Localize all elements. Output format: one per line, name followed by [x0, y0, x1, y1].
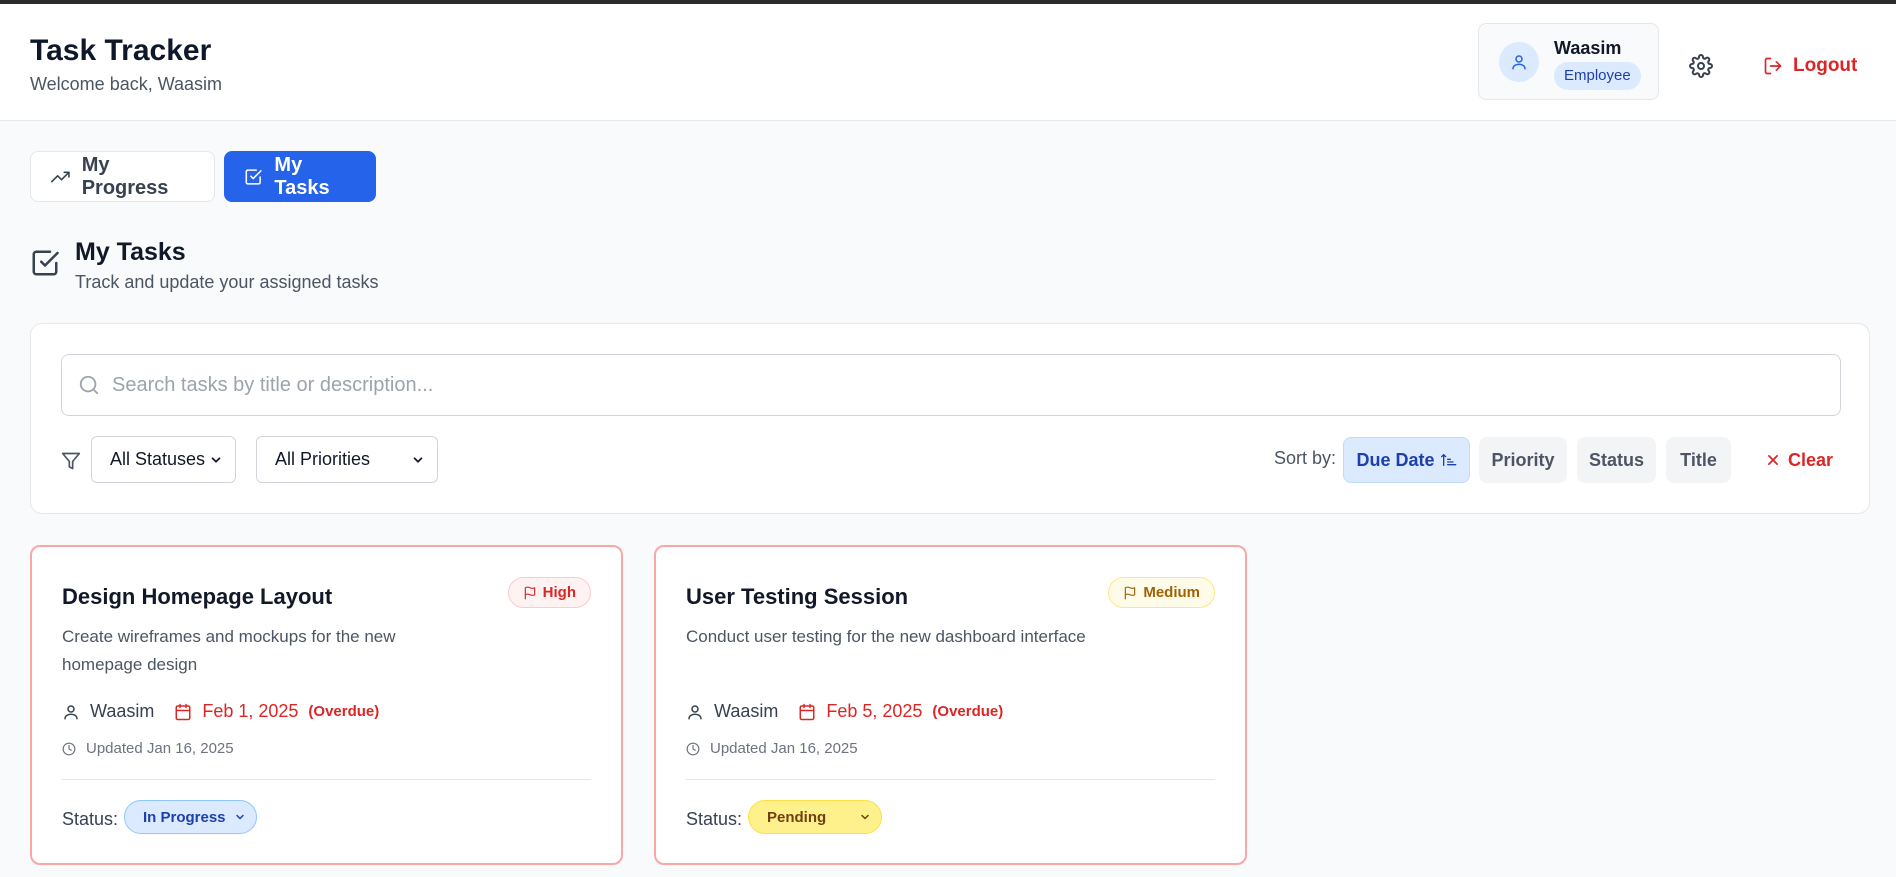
calendar-icon: [175, 703, 191, 720]
flag-icon: [1125, 586, 1136, 599]
chevron-down-icon: [236, 814, 244, 820]
chevron-down-icon: [861, 814, 869, 820]
app-header: Task Tracker Welcome back, Waasim Waasim…: [0, 4, 1896, 121]
filter-icon: [61, 452, 81, 470]
status-filter-select[interactable]: All Statuses: [91, 436, 236, 483]
search-input[interactable]: [112, 355, 1832, 415]
status-filter-value: All Statuses: [110, 449, 206, 469]
sort-title-button[interactable]: Title: [1666, 437, 1731, 483]
task-card[interactable]: Design Homepage Layout High Create wiref…: [30, 545, 623, 865]
task-description: Conduct user testing for the new dashboa…: [686, 627, 1086, 646]
task-card[interactable]: User Testing Session Medium Conduct user…: [654, 545, 1247, 865]
task-status-value: In Progress: [143, 808, 226, 826]
sort-due-date-button[interactable]: Due Date: [1343, 437, 1470, 483]
filter-panel: All Statuses All Priorities Sort by: Due…: [30, 323, 1870, 514]
priority-filter-select[interactable]: All Priorities: [256, 436, 438, 483]
user-icon: [1512, 55, 1526, 70]
settings-button[interactable]: [1685, 50, 1717, 82]
priority-badge: Medium: [1108, 577, 1215, 608]
priority-filter-value: All Priorities: [275, 449, 371, 469]
user-card: Waasim Employee: [1478, 23, 1659, 100]
clock-icon: [62, 742, 76, 755]
sort-option-label: Title: [1680, 449, 1717, 470]
user-icon: [688, 704, 702, 719]
welcome-message: Welcome back, Waasim: [30, 74, 223, 94]
tab-label: My Progress: [81, 153, 169, 199]
clear-label: Clear: [1788, 449, 1834, 470]
task-assignee: Waasim: [90, 701, 155, 721]
task-description: Create wireframes and mockups for the ne…: [62, 627, 396, 674]
sort-option-label: Due Date: [1356, 449, 1435, 470]
task-meta: Waasim Feb 5, 2025 (Overdue): [686, 701, 1003, 722]
priority-badge: High: [507, 577, 591, 608]
logout-label: Logout: [1793, 55, 1858, 76]
calendar-icon: [799, 703, 815, 720]
task-due-date: Feb 5, 2025: [826, 701, 923, 721]
user-name: Waasim: [1554, 38, 1622, 58]
user-icon: [64, 704, 78, 719]
sort-status-button[interactable]: Status: [1577, 437, 1656, 483]
clear-filters-button[interactable]: Clear: [1766, 437, 1833, 483]
task-title: Design Homepage Layout: [62, 584, 333, 609]
card-divider: [62, 779, 591, 780]
task-title: User Testing Session: [686, 584, 909, 609]
tab-my-progress[interactable]: My Progress: [30, 151, 215, 202]
app-title: Task Tracker: [30, 34, 212, 67]
logout-button[interactable]: Logout: [1763, 50, 1857, 82]
task-status-select[interactable]: In Progress: [124, 800, 257, 834]
page-subtitle: Track and update your assigned tasks: [75, 272, 379, 292]
logout-icon: [1764, 57, 1782, 75]
flag-icon: [524, 586, 535, 599]
tab-my-tasks[interactable]: My Tasks: [224, 151, 376, 202]
status-label: Status:: [686, 809, 743, 829]
close-icon: [1768, 455, 1778, 465]
tab-label: My Tasks: [274, 153, 330, 199]
card-divider: [686, 779, 1215, 780]
search-box: [61, 354, 1841, 416]
avatar: [1499, 42, 1539, 82]
chevron-down-icon: [211, 456, 221, 463]
chevron-down-icon: [413, 456, 423, 463]
overdue-label: (Overdue): [308, 703, 380, 720]
search-icon: [79, 375, 99, 395]
sort-option-label: Priority: [1491, 449, 1555, 470]
priority-label: Medium: [1143, 584, 1200, 601]
task-status-select[interactable]: Pending: [748, 800, 882, 834]
priority-label: High: [542, 584, 576, 601]
task-status-value: Pending: [767, 808, 827, 826]
updated-text: Updated Jan 16, 2025: [86, 740, 234, 757]
status-label: Status:: [62, 809, 119, 829]
task-assignee: Waasim: [714, 701, 779, 721]
check-square-icon: [245, 168, 262, 185]
page-title: My Tasks: [75, 238, 186, 266]
role-badge: Employee: [1554, 62, 1641, 90]
task-updated: Updated Jan 16, 2025: [686, 740, 858, 757]
overdue-label: (Overdue): [932, 703, 1004, 720]
gear-icon: [1689, 54, 1713, 78]
task-due-date: Feb 1, 2025: [202, 701, 299, 721]
updated-text: Updated Jan 16, 2025: [710, 740, 858, 757]
sort-label: Sort by:: [1274, 448, 1337, 468]
check-square-icon: [32, 250, 59, 276]
sort-ascending-icon: [1440, 454, 1456, 466]
task-updated: Updated Jan 16, 2025: [62, 740, 234, 757]
sort-priority-button[interactable]: Priority: [1479, 437, 1567, 483]
trending-up-icon: [51, 171, 70, 182]
sort-option-label: Status: [1588, 449, 1644, 470]
task-meta: Waasim Feb 1, 2025 (Overdue): [62, 701, 379, 722]
clock-icon: [686, 742, 700, 755]
